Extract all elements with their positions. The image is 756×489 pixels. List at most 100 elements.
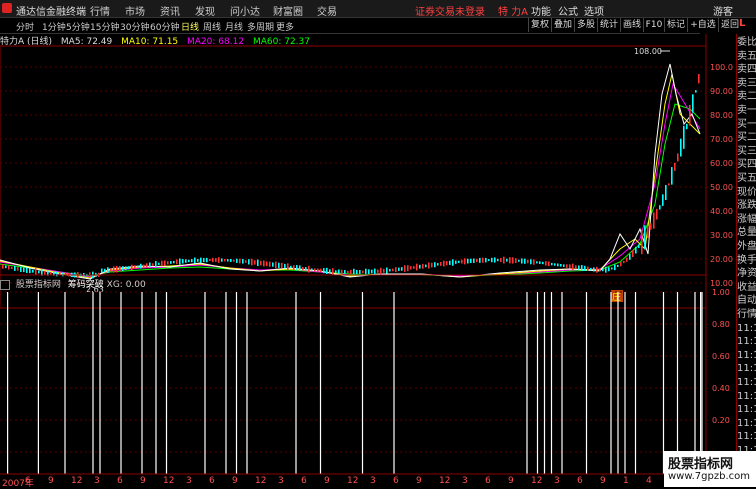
candle [179, 258, 181, 265]
candle [698, 74, 700, 84]
menu-item-quotes[interactable]: 行情 [90, 3, 110, 18]
tab-5min[interactable]: 5分钟 [66, 20, 90, 33]
menu-item-market[interactable]: 市场 [125, 3, 145, 18]
tab-daily[interactable]: 日线 [181, 20, 199, 33]
login-warning[interactable]: 证券交易未登录 [415, 3, 485, 18]
candle [452, 259, 454, 266]
date-tick: 3 [370, 476, 376, 486]
date-tick: 9 [324, 476, 330, 486]
candle [278, 262, 280, 268]
restore-rights-button[interactable]: 复权 [528, 18, 551, 32]
top-menu-bar: 通达信金融终端 行情 市场 资讯 发现 问小达 财富圈 交易 证券交易未登录 特… [0, 0, 756, 18]
info-panel-item: 卖二 [737, 91, 756, 103]
candle [218, 257, 220, 263]
candle [656, 208, 658, 220]
menu-item-news[interactable]: 资讯 [160, 3, 180, 18]
candle [641, 229, 643, 255]
price-tick: 30.00 [710, 231, 733, 240]
tab-more[interactable]: 更多 [276, 20, 294, 33]
menu-item-ask[interactable]: 问小达 [230, 3, 260, 18]
candle [587, 266, 589, 271]
candle [155, 260, 157, 268]
draw-line-button[interactable]: 画线 [620, 18, 643, 32]
tab-monthly[interactable]: 月线 [225, 20, 243, 33]
tab-timeshare[interactable]: 分时 [16, 20, 34, 33]
back-button[interactable]: 返回 [718, 18, 741, 32]
candle [239, 258, 241, 264]
menu-options[interactable]: 选项 [584, 3, 604, 18]
candle [32, 269, 34, 273]
tab-60min[interactable]: 60分钟 [150, 20, 179, 33]
info-panel-item: 11:1 [737, 336, 756, 348]
candle [440, 261, 442, 266]
candle [539, 261, 541, 264]
candle [632, 250, 634, 258]
statistics-button[interactable]: 统计 [597, 18, 620, 32]
candle [110, 268, 112, 272]
tab-30min[interactable]: 30分钟 [120, 20, 149, 33]
candle [599, 268, 601, 272]
candle [227, 259, 229, 262]
candle [128, 266, 130, 270]
info-panel-item: 卖三 [737, 77, 756, 89]
tab-1min[interactable]: 1分钟 [42, 20, 66, 33]
candle [548, 261, 550, 267]
mark-button[interactable]: 标记 [664, 18, 687, 32]
candle [686, 123, 688, 130]
user-guest[interactable]: 游客 [713, 3, 733, 18]
candle [335, 270, 337, 273]
indicator-tick: 1.00 [712, 288, 730, 297]
candle [248, 259, 250, 265]
date-tick: 12 [439, 476, 451, 486]
candle [491, 257, 493, 263]
candle [668, 183, 670, 186]
menu-item-discover[interactable]: 发现 [195, 3, 215, 18]
candle [479, 257, 481, 263]
candle [653, 212, 655, 229]
info-panel-item: 外盘 [737, 241, 756, 252]
add-watchlist-button[interactable]: +自选 [687, 18, 718, 32]
indicator-name[interactable]: 筹码突破 [68, 280, 104, 290]
date-tick: 9 [508, 476, 514, 486]
candle [266, 261, 268, 267]
menu-item-wealth[interactable]: 财富圈 [273, 3, 303, 18]
candle [134, 265, 136, 269]
f10-button[interactable]: F10 [643, 18, 664, 32]
candle [149, 262, 151, 268]
candle [383, 268, 385, 273]
candle [125, 266, 127, 270]
date-tick: 9 [48, 476, 54, 486]
price-tick: 20.00 [710, 255, 733, 264]
date-tick: 6 [301, 476, 307, 486]
candle [527, 259, 529, 264]
tab-weekly[interactable]: 周线 [203, 20, 221, 33]
tab-15min[interactable]: 15分钟 [90, 20, 119, 33]
candle [695, 90, 697, 93]
overlay-button[interactable]: 叠加 [551, 18, 574, 32]
info-panel-item: 11:1 [737, 417, 756, 429]
candle [116, 265, 118, 273]
indicator-settings-icon[interactable] [0, 279, 10, 290]
candle [23, 267, 25, 273]
candle [572, 263, 574, 271]
candle [638, 244, 640, 248]
info-panel-item: 11:1 [737, 404, 756, 416]
info-panel-item: 卖五 [737, 50, 756, 62]
candle [191, 259, 193, 263]
candle [299, 265, 301, 271]
candle [242, 258, 244, 264]
menu-item-trade[interactable]: 交易 [317, 3, 337, 18]
candle [305, 267, 307, 271]
date-tick: 3 [94, 476, 100, 486]
candle [614, 264, 616, 271]
candle [269, 261, 271, 267]
kline-chart[interactable]: 100.0 90.00 80.00 70.00 60.00 50.00 40.0… [0, 34, 736, 487]
info-panel-item: 委比 [737, 37, 756, 48]
candle [560, 263, 562, 267]
candle [395, 267, 397, 273]
info-panel-item: 11:1 [737, 390, 756, 402]
tab-multi-period[interactable]: 多周期 [247, 20, 274, 33]
menu-formula[interactable]: 公式 [558, 3, 578, 18]
multi-stock-button[interactable]: 多股 [574, 18, 597, 32]
menu-functions[interactable]: 功能 [531, 3, 551, 18]
